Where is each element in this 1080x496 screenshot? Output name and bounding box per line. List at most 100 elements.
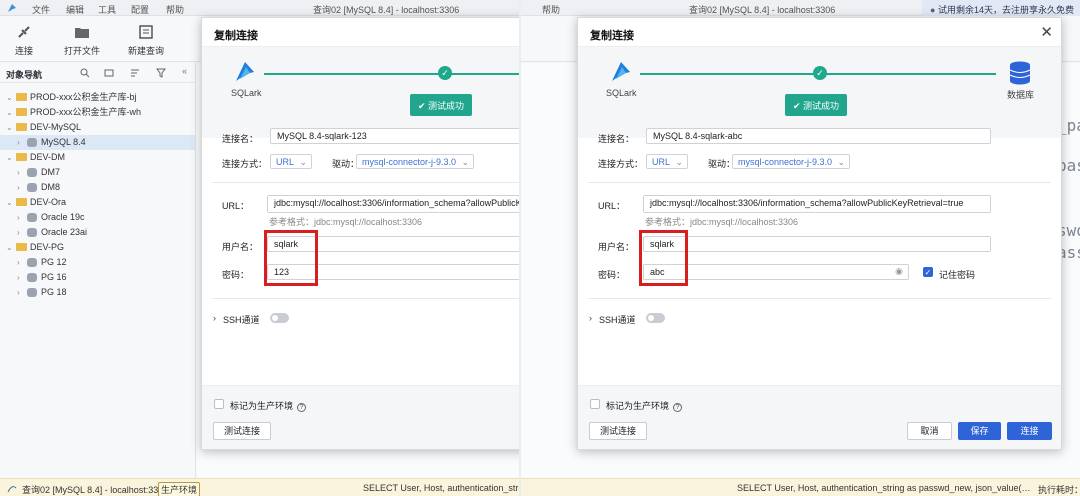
menu-tools[interactable]: 工具 bbox=[98, 3, 116, 16]
check-circle-icon: ✔ bbox=[793, 101, 804, 111]
chevron-down-icon[interactable]: ⌄ bbox=[6, 105, 14, 120]
menu-help[interactable]: 帮助 bbox=[542, 3, 560, 16]
conn-name-input[interactable]: MySQL 8.4-sqlark-123 bbox=[270, 128, 519, 144]
menu-edit[interactable]: 编辑 bbox=[66, 3, 84, 16]
mysql-icon bbox=[7, 486, 17, 493]
divider bbox=[588, 298, 1051, 299]
chevron-down-icon: ⌄ bbox=[675, 157, 683, 167]
remember-pwd-checkbox[interactable]: ✓ bbox=[923, 267, 933, 277]
chevron-right-icon[interactable]: › bbox=[213, 313, 216, 323]
trial-banner[interactable]: ● 试用剩余14天，去注册享永久免费 bbox=[922, 0, 1080, 16]
new-folder-icon[interactable] bbox=[104, 68, 114, 78]
save-button[interactable]: 保存 bbox=[958, 422, 1001, 440]
menu-config[interactable]: 配置 bbox=[131, 3, 149, 16]
chevron-down-icon[interactable]: ⌄ bbox=[6, 90, 14, 105]
tree-item[interactable]: › DM7 bbox=[0, 165, 195, 180]
conn-method-select[interactable]: URL ⌄ bbox=[270, 154, 312, 169]
dialog-footer: 标记为生产环境? 测试连接 取消 保存 连接 bbox=[578, 385, 1061, 449]
filter-icon[interactable] bbox=[156, 68, 166, 78]
prod-checkbox[interactable] bbox=[214, 399, 224, 409]
eye-icon[interactable]: ◉ bbox=[895, 266, 903, 277]
chevron-down-icon[interactable]: ⌄ bbox=[6, 120, 14, 135]
test-connection-button[interactable]: 测试连接 bbox=[213, 422, 271, 440]
open-file-button[interactable]: 打开文件 bbox=[58, 16, 106, 62]
prod-label-text: 标记为生产环境 bbox=[606, 401, 670, 411]
test-connection-button[interactable]: 测试连接 bbox=[589, 422, 647, 440]
tree-item[interactable]: › PG 18 bbox=[0, 285, 195, 300]
chevron-down-icon[interactable]: ⌄ bbox=[6, 240, 14, 255]
ssh-toggle[interactable] bbox=[646, 313, 665, 323]
conn-name-label: 连接名： bbox=[222, 134, 259, 144]
close-icon[interactable]: ✕ bbox=[1040, 23, 1053, 41]
url-hint: 参考格式：jdbc:mysql://localhost:3306 bbox=[269, 217, 423, 227]
tree-item-label: PROD-xxx公积金生产库-wh bbox=[30, 107, 142, 117]
tree-item-label: Oracle 23ai bbox=[41, 227, 88, 237]
ssh-toggle[interactable] bbox=[270, 313, 289, 323]
tree-item-label: DEV-MySQL bbox=[30, 122, 82, 132]
tree-item[interactable]: ⌄ DEV-Ora bbox=[0, 195, 195, 210]
tree-item[interactable]: › MySQL 8.4 bbox=[0, 135, 195, 150]
info-dot-icon: ● bbox=[930, 5, 938, 15]
chevron-right-icon[interactable]: › bbox=[17, 210, 25, 225]
prod-label-text: 标记为生产环境 bbox=[230, 401, 294, 411]
dialog-footer: 标记为生产环境? 测试连接 bbox=[202, 385, 519, 449]
tree-item[interactable]: › PG 12 bbox=[0, 255, 195, 270]
connect-button[interactable]: 连接 bbox=[0, 16, 48, 62]
conn-name-label: 连接名： bbox=[598, 134, 635, 144]
driver-select[interactable]: mysql-connector-j-9.3.0 ⌄ bbox=[356, 154, 474, 169]
tree-item[interactable]: ⌄ DEV-PG bbox=[0, 240, 195, 255]
prod-checkbox[interactable] bbox=[590, 399, 600, 409]
chevron-right-icon[interactable]: › bbox=[589, 313, 592, 323]
chevron-right-icon[interactable]: › bbox=[17, 285, 25, 300]
driver-select[interactable]: mysql-connector-j-9.3.0 ⌄ bbox=[732, 154, 850, 169]
menu-bar: 文件 编辑 工具 配置 帮助 查询02 [MySQL 8.4] - localh… bbox=[0, 0, 519, 16]
wizard-steps: SQLark ✓ 数据库 ✔ 测试成功 bbox=[578, 46, 1061, 138]
menu-help[interactable]: 帮助 bbox=[166, 3, 184, 16]
url-input[interactable]: jdbc:mysql://localhost:3306/information_… bbox=[267, 195, 519, 213]
sort-icon[interactable] bbox=[130, 68, 140, 78]
tree-item[interactable]: ⌄ DEV-DM bbox=[0, 150, 195, 165]
user-input[interactable]: sqlark bbox=[643, 236, 991, 252]
conn-method-select[interactable]: URL ⌄ bbox=[646, 154, 688, 169]
status-bar: SELECT User, Host, authentication_string… bbox=[521, 478, 1080, 496]
remember-pwd-label: 记住密码 bbox=[939, 270, 976, 280]
prod-label: 标记为生产环境? bbox=[606, 399, 683, 412]
tree-item[interactable]: › PG 16 bbox=[0, 270, 195, 285]
chevron-down-icon[interactable]: ⌄ bbox=[6, 150, 14, 165]
chevron-right-icon[interactable]: › bbox=[17, 180, 25, 195]
folder-icon bbox=[16, 243, 27, 251]
chevron-right-icon[interactable]: › bbox=[17, 225, 25, 240]
ssh-label: SSH通道 bbox=[223, 315, 260, 325]
new-query-button[interactable]: 新建查询 bbox=[122, 16, 170, 62]
dm-icon bbox=[27, 183, 37, 192]
tree-item[interactable]: › DM8 bbox=[0, 180, 195, 195]
tree-item-label: MySQL 8.4 bbox=[41, 137, 86, 147]
tree-item[interactable]: ⌄ DEV-MySQL bbox=[0, 120, 195, 135]
cancel-button[interactable]: 取消 bbox=[907, 422, 952, 440]
search-icon[interactable] bbox=[80, 68, 90, 78]
chevron-right-icon[interactable]: › bbox=[17, 165, 25, 180]
conn-method-label: 连接方式： bbox=[598, 159, 644, 169]
sqlark-logo-icon bbox=[612, 62, 630, 81]
chevron-down-icon[interactable]: ⌄ bbox=[6, 195, 14, 210]
dialog-title: 复制连接 bbox=[590, 30, 634, 42]
divider bbox=[588, 182, 1051, 183]
tree-item[interactable]: › Oracle 19c bbox=[0, 210, 195, 225]
connect-button[interactable]: 连接 bbox=[1007, 422, 1052, 440]
menu-file[interactable]: 文件 bbox=[32, 3, 50, 16]
navigator-header: 对象导航 « bbox=[0, 63, 195, 83]
open-file-label: 打开文件 bbox=[63, 46, 100, 56]
url-input[interactable]: jdbc:mysql://localhost:3306/information_… bbox=[643, 195, 991, 213]
tree-item[interactable]: ⌄ PROD-xxx公积金生产库-bj bbox=[0, 90, 195, 105]
conn-name-input[interactable]: MySQL 8.4-sqlark-abc bbox=[646, 128, 991, 144]
tree-item[interactable]: ⌄ PROD-xxx公积金生产库-wh bbox=[0, 105, 195, 120]
collapse-icon[interactable]: « bbox=[182, 66, 187, 76]
help-icon[interactable]: ? bbox=[297, 403, 307, 412]
tree-item[interactable]: › Oracle 23ai bbox=[0, 225, 195, 240]
help-icon[interactable]: ? bbox=[673, 403, 683, 412]
oracle-icon bbox=[27, 228, 37, 237]
chevron-right-icon[interactable]: › bbox=[17, 255, 25, 270]
chevron-right-icon[interactable]: › bbox=[17, 270, 25, 285]
tree-item-label: DM8 bbox=[41, 182, 61, 192]
chevron-right-icon[interactable]: › bbox=[17, 135, 25, 150]
